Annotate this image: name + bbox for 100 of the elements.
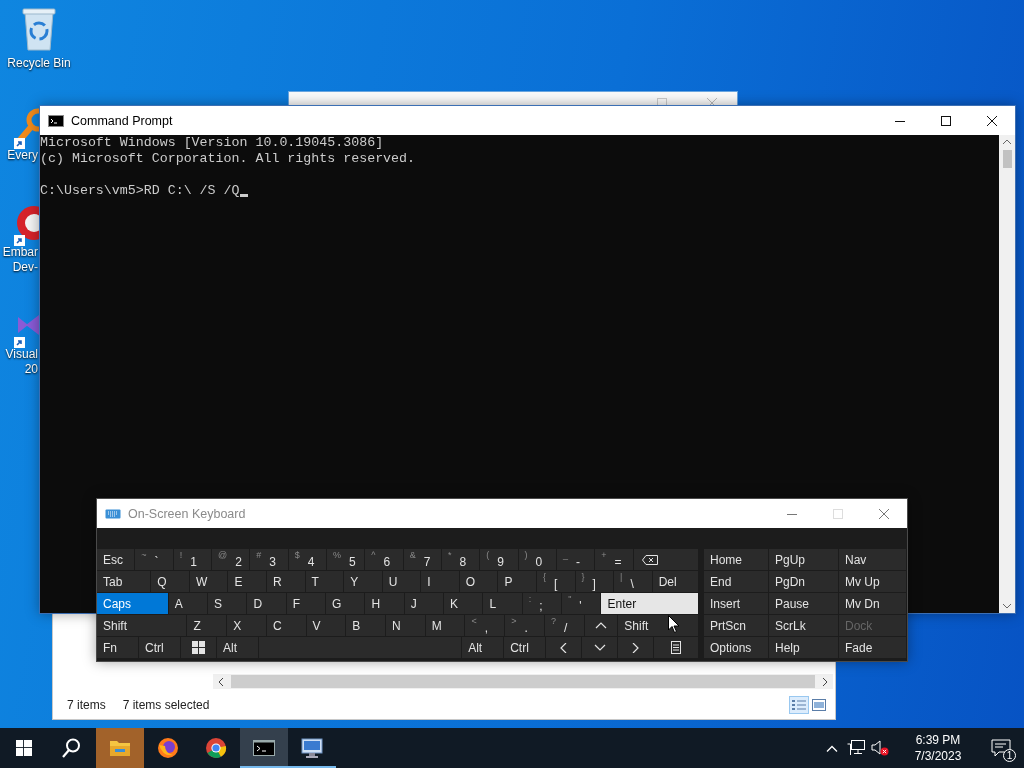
keyboard-key[interactable]: { [ [536, 571, 575, 592]
keyboard-key[interactable]: Esc [97, 549, 135, 570]
keyboard-key[interactable]: _ - [556, 549, 595, 570]
large-icons-view-button[interactable] [809, 696, 829, 714]
keyboard-key[interactable]: L [483, 593, 522, 614]
keyboard-key[interactable]: Fn [97, 637, 138, 658]
notification-count: 1 [1003, 749, 1016, 762]
keyboard-key[interactable]: ~ ` [135, 549, 173, 570]
keyboard-key[interactable]: PrtScn [704, 615, 768, 636]
details-view-button[interactable] [789, 696, 809, 714]
keyboard-key[interactable]: & 7 [403, 549, 441, 570]
keyboard-key[interactable]: ^ 6 [365, 549, 403, 570]
keyboard-key[interactable]: Pause [769, 593, 838, 614]
keyboard-key[interactable]: Y [344, 571, 382, 592]
keyboard-key[interactable] [654, 637, 698, 658]
keyboard-key[interactable]: M [425, 615, 465, 636]
keyboard-key[interactable]: F [286, 593, 326, 614]
keyboard-key[interactable]: Del [652, 571, 699, 592]
keyboard-key[interactable]: ( 9 [480, 549, 518, 570]
keyboard-key[interactable]: Mv Dn [839, 593, 906, 614]
keyboard-key[interactable]: Z [187, 615, 227, 636]
keyboard-key[interactable]: | \ [614, 571, 652, 592]
keyboard-key[interactable]: Shift [97, 615, 187, 636]
keyboard-key[interactable]: Q [151, 571, 189, 592]
keyboard-key[interactable]: G [326, 593, 365, 614]
keyboard-key[interactable]: J [404, 593, 444, 614]
keyboard-key[interactable]: Home [704, 549, 768, 570]
keyboard-key[interactable]: Ctrl [504, 637, 546, 658]
status-text: 7 items [67, 698, 106, 712]
keyboard-key[interactable]: ? / [544, 615, 584, 636]
keyboard-key[interactable]: D [247, 593, 286, 614]
keyboard-key[interactable]: H [365, 593, 404, 614]
keyboard-key[interactable]: Tab [97, 571, 151, 592]
keyboard-key[interactable]: Insert [704, 593, 768, 614]
keyboard-key[interactable]: Nav [839, 549, 906, 570]
keyboard-key[interactable]: Shift [618, 615, 698, 636]
keyboard-key[interactable]: $ 4 [288, 549, 326, 570]
keyboard-key[interactable]: O [459, 571, 498, 592]
keyboard-key[interactable]: } ] [575, 571, 614, 592]
keyboard-key[interactable]: @ 2 [212, 549, 250, 570]
scroll-down-icon [1003, 603, 1011, 609]
keyboard-key[interactable]: U [382, 571, 421, 592]
clock-time[interactable]: 6:39 PM [915, 732, 961, 748]
keyboard-key[interactable]: Ctrl [139, 637, 181, 658]
keyboard-key[interactable]: C [266, 615, 306, 636]
keyboard-key[interactable]: R [267, 571, 305, 592]
keyboard-key[interactable]: X [227, 615, 266, 636]
keyboard-key[interactable] [633, 549, 698, 570]
window-title: Command Prompt [71, 113, 174, 128]
keyboard-key[interactable]: # 3 [250, 549, 288, 570]
console-line: (c) Microsoft Corporation. All rights reserved. [40, 151, 417, 167]
action-center-button[interactable]: 1 [978, 728, 1024, 768]
keyboard-key[interactable] [181, 637, 217, 658]
scrollbar-thumb[interactable] [1002, 150, 1012, 168]
keyboard-key[interactable]: N [386, 615, 425, 636]
keyboard-key[interactable]: E [228, 571, 266, 592]
keyboard-key[interactable]: A [168, 593, 208, 614]
keyboard-key[interactable]: I [421, 571, 459, 592]
console-line: C:\Users\vm5>RD C:\ /S /Q [40, 183, 240, 199]
keyboard-key[interactable]: < , [465, 615, 505, 636]
close-icon [987, 115, 997, 126]
keyboard-key[interactable]: : ; [522, 593, 562, 614]
keyboard-key[interactable]: PgDn [769, 571, 838, 592]
keyboard-key[interactable]: Mv Up [839, 571, 906, 592]
keyboard-key[interactable]: W [189, 571, 228, 592]
keyboard-key[interactable]: End [704, 571, 768, 592]
scrollbar[interactable] [999, 135, 1015, 613]
clock-date[interactable]: 7/3/2023 [914, 748, 962, 764]
shortcut-arrow-icon [14, 235, 25, 246]
chevron-up-icon [826, 744, 838, 752]
keyboard-key[interactable]: S [208, 593, 247, 614]
keyboard-key[interactable]: ! 1 [173, 549, 211, 570]
keyboard-key[interactable]: Alt [217, 637, 259, 658]
keyboard-key[interactable]: Fade [839, 637, 906, 658]
keyboard-key[interactable]: Caps [97, 593, 168, 614]
status-text: 7 items selected [122, 698, 210, 712]
recycle-bin-icon [19, 6, 59, 52]
scroll-right-icon [821, 677, 829, 686]
scroll-up-icon [1003, 139, 1011, 145]
keyboard-key[interactable]: Options [704, 637, 768, 658]
keyboard-key[interactable]: T [305, 571, 344, 592]
keyboard-key[interactable]: K [444, 593, 483, 614]
keyboard-key[interactable]: Enter [601, 593, 699, 614]
taskbar-button[interactable] [240, 728, 288, 768]
keyboard-key[interactable]: PgUp [769, 549, 838, 570]
keyboard-key[interactable]: Help [769, 637, 838, 658]
keyboard-key[interactable]: Alt [462, 637, 504, 658]
keyboard-key[interactable]: B [346, 615, 386, 636]
scrollbar[interactable] [213, 674, 833, 689]
icon-label: Embar [2, 245, 38, 260]
scrollbar-thumb[interactable] [231, 675, 815, 688]
keyboard-key[interactable]: " ' [562, 593, 601, 614]
keyboard-key[interactable]: + = [595, 549, 633, 570]
keyboard-key[interactable]: * 8 [441, 549, 480, 570]
keyboard-key[interactable]: ScrLk [769, 615, 838, 636]
keyboard-key[interactable]: % 5 [326, 549, 365, 570]
keyboard-key[interactable]: ) 0 [518, 549, 556, 570]
keyboard-key[interactable]: P [498, 571, 536, 592]
keyboard-key[interactable]: V [306, 615, 346, 636]
keyboard-key[interactable]: > . [505, 615, 544, 636]
